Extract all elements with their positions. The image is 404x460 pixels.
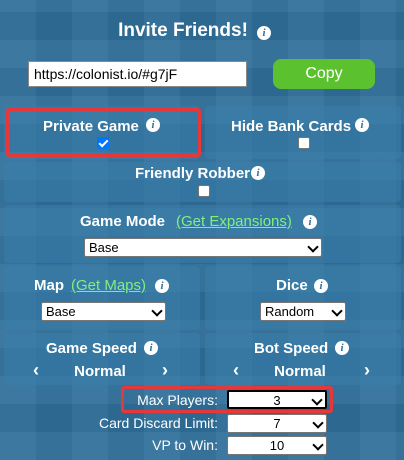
friendly-robber-label: Friendly Robber (135, 165, 251, 182)
vp-to-win-value: 10 (269, 438, 285, 453)
map-select[interactable]: Base (41, 302, 166, 321)
hide-bank-cards-checkbox[interactable] (298, 137, 310, 149)
map-label: Map (34, 277, 64, 294)
game-speed-value: Normal (74, 363, 126, 380)
chevron-down-icon (311, 394, 323, 406)
get-expansions-link[interactable]: (Get Expansions) (176, 213, 292, 230)
info-icon[interactable]: i (355, 118, 369, 132)
private-game-highlight (6, 108, 201, 157)
card-discard-value: 7 (273, 416, 281, 431)
info-icon[interactable]: i (257, 26, 271, 40)
chevron-down-icon (312, 417, 324, 429)
chevron-right-icon[interactable]: › (364, 360, 370, 381)
bot-speed-label: Bot Speed (254, 340, 329, 357)
game-mode-select[interactable]: Base (84, 238, 322, 257)
game-speed-label: Game Speed (46, 340, 137, 357)
map-value: Base (46, 304, 76, 319)
chevron-down-icon (331, 305, 343, 317)
info-icon[interactable]: i (155, 279, 169, 293)
info-icon[interactable]: i (251, 166, 265, 180)
dice-label: Dice (276, 277, 308, 294)
game-mode-label: Game Mode (80, 213, 166, 230)
dice-select[interactable]: Random (260, 302, 346, 321)
vp-to-win-select[interactable]: 10 (227, 436, 327, 455)
chevron-right-icon[interactable]: › (162, 360, 168, 381)
copy-button[interactable]: Copy (273, 59, 375, 89)
friendly-robber-checkbox[interactable] (198, 185, 210, 197)
invite-url-field[interactable]: https://colonist.io/#g7jF (28, 61, 247, 87)
chevron-down-icon (307, 241, 319, 253)
card-discard-select[interactable]: 7 (227, 414, 327, 433)
info-icon[interactable]: i (144, 341, 158, 355)
info-icon[interactable]: i (303, 215, 317, 229)
max-players-value: 3 (273, 393, 281, 408)
chevron-down-icon (151, 305, 163, 317)
max-players-label: Max Players: (137, 392, 218, 408)
card-discard-limit-label: Card Discard Limit: (98, 415, 218, 431)
info-icon[interactable]: i (314, 279, 328, 293)
invite-url-text: https://colonist.io/#g7jF (34, 66, 178, 82)
dice-value: Random (265, 304, 315, 319)
chevron-down-icon (312, 439, 324, 451)
info-icon[interactable]: i (335, 341, 349, 355)
max-players-select[interactable]: 3 (227, 390, 327, 409)
get-maps-link[interactable]: (Get Maps) (71, 277, 146, 294)
game-mode-value: Base (89, 240, 119, 255)
page-title: Invite Friends! (118, 20, 248, 41)
vp-to-win-label: VP to Win: (152, 437, 218, 453)
bot-speed-value: Normal (274, 363, 326, 380)
hide-bank-cards-label: Hide Bank Cards (231, 118, 352, 135)
chevron-left-icon[interactable]: ‹ (233, 360, 239, 381)
chevron-left-icon[interactable]: ‹ (33, 360, 39, 381)
